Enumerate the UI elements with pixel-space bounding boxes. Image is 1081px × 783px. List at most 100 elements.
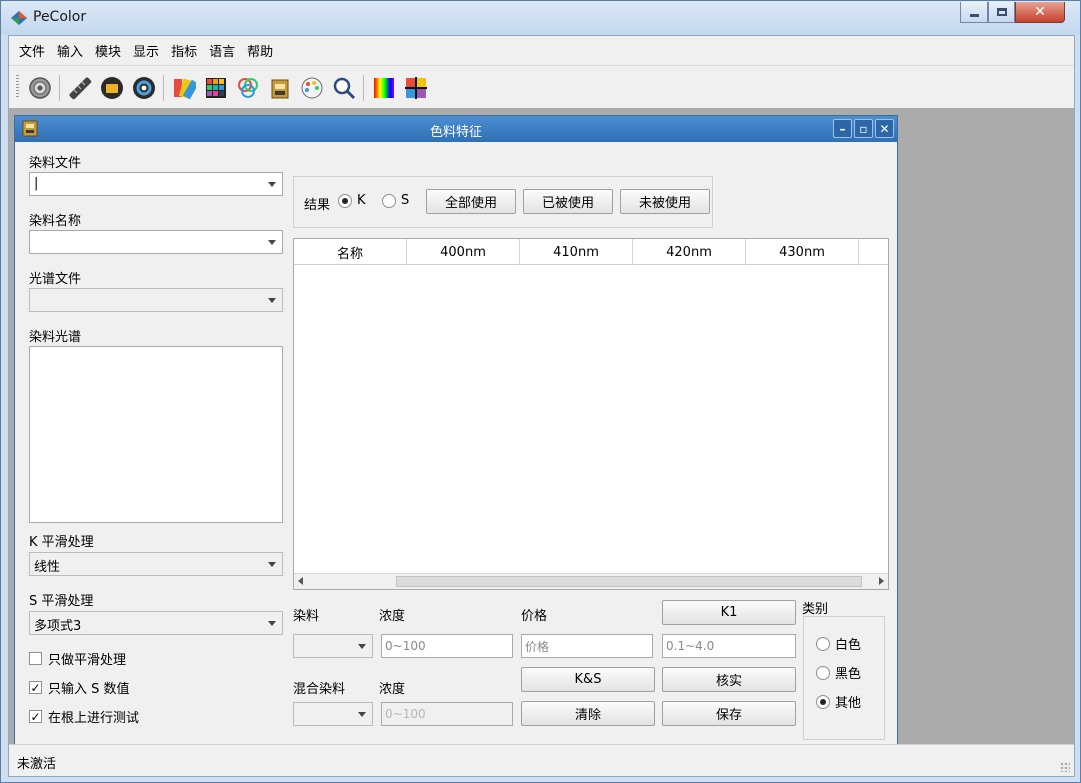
child-maximize-button[interactable]: ▫ <box>854 119 873 138</box>
s-smooth-value: 多项式3 <box>34 619 82 634</box>
menu-metrics[interactable]: 指标 <box>171 41 197 60</box>
mix-dye-label: 混合染料 <box>293 682 346 697</box>
maximize-button[interactable] <box>988 2 1015 23</box>
dropdown-button[interactable] <box>262 231 282 253</box>
spectrum-table[interactable]: 名称 400nm 410nm 420nm 430nm <box>293 238 889 590</box>
folder-button[interactable] <box>99 75 125 101</box>
clear-button[interactable]: 清除 <box>521 701 655 726</box>
color-ring-button[interactable] <box>131 75 157 101</box>
radio-dot[interactable] <box>338 193 352 208</box>
rgb-circles-button[interactable] <box>235 75 261 101</box>
spectrum-file-combo[interactable] <box>29 288 283 312</box>
spectrum-button[interactable] <box>371 75 397 101</box>
toolbar-separator <box>59 75 60 101</box>
radio-white[interactable]: 白色 <box>816 634 861 653</box>
checkbox-box[interactable]: ✓ <box>29 681 42 694</box>
scroll-thumb[interactable] <box>396 576 862 587</box>
column-header[interactable]: 410nm <box>520 239 633 265</box>
color-wheel-button[interactable] <box>299 75 325 101</box>
concentration2-input[interactable]: 0~100 <box>381 702 513 726</box>
ks-button[interactable]: K&S <box>521 667 655 692</box>
ruler-button[interactable] <box>67 75 93 101</box>
dye-file-value: | <box>34 176 39 191</box>
use-all-button[interactable]: 全部使用 <box>426 189 516 214</box>
dropdown-button[interactable] <box>352 703 372 725</box>
title-bar[interactable]: PeColor ✕ <box>1 1 1080 35</box>
close-icon: ✕ <box>1034 4 1046 20</box>
concentration-input[interactable]: 0~100 <box>381 634 513 658</box>
dropdown-button[interactable] <box>262 173 282 195</box>
unused-button[interactable]: 未被使用 <box>620 189 710 214</box>
horizontal-scrollbar[interactable] <box>294 573 888 589</box>
minimize-button[interactable] <box>960 2 988 23</box>
close-button[interactable]: ✕ <box>1015 2 1065 23</box>
only-smooth-checkbox[interactable]: 只做平滑处理 <box>29 649 126 668</box>
radio-dot[interactable] <box>382 193 396 208</box>
column-header[interactable]: 420nm <box>633 239 746 265</box>
k-smooth-combo[interactable]: 线性 <box>29 552 283 576</box>
checkbox-box[interactable] <box>29 652 42 665</box>
radio-black[interactable]: 黑色 <box>816 663 861 682</box>
radio-dot[interactable] <box>816 694 830 709</box>
chevron-down-icon <box>268 181 276 187</box>
radio-dot[interactable] <box>816 636 830 651</box>
menu-module[interactable]: 模块 <box>95 41 121 60</box>
checkbox-box[interactable]: ✓ <box>29 710 42 723</box>
root-test-checkbox[interactable]: ✓ 在根上进行测试 <box>29 707 139 726</box>
color-wheel-icon <box>301 77 323 99</box>
radio-k[interactable]: K <box>338 193 366 208</box>
s-smooth-combo[interactable]: 多项式3 <box>29 611 283 635</box>
menu-language[interactable]: 语言 <box>209 41 235 60</box>
app-logo-icon <box>11 11 27 25</box>
radio-black-label: 黑色 <box>835 667 862 682</box>
settings-button[interactable] <box>27 75 53 101</box>
radio-other[interactable]: 其他 <box>816 692 861 711</box>
dye-file-combo[interactable]: | <box>29 172 283 196</box>
scroll-left-icon[interactable] <box>298 577 303 585</box>
child-title-bar[interactable]: 色料特征 – ▫ ✕ <box>15 116 897 142</box>
dropdown-button[interactable] <box>352 635 372 657</box>
k-smooth-label: K 平滑处理 <box>29 535 94 550</box>
dropdown-button[interactable] <box>262 289 282 311</box>
cross-color-button[interactable] <box>403 75 429 101</box>
radio-k-label: K <box>357 193 366 208</box>
radio-s-label: S <box>401 193 410 208</box>
k1-input[interactable]: 0.1~4.0 <box>662 634 796 658</box>
dropdown-button[interactable] <box>262 553 282 575</box>
palette-fan-button[interactable] <box>171 75 197 101</box>
verify-button[interactable]: 核实 <box>662 667 796 692</box>
child-minimize-button[interactable]: – <box>833 119 852 138</box>
price-input[interactable]: 价格 <box>521 634 653 658</box>
radio-dot[interactable] <box>816 665 830 680</box>
dye-name-combo[interactable] <box>29 230 283 254</box>
column-header[interactable]: 430nm <box>746 239 859 265</box>
magnifier-button[interactable] <box>331 75 357 101</box>
save-button[interactable]: 保存 <box>662 701 796 726</box>
mix-dye-combo[interactable] <box>293 702 373 726</box>
menu-input[interactable]: 输入 <box>57 41 83 60</box>
category-group: 白色 黑色 其他 <box>803 616 885 740</box>
minimize-icon <box>969 13 979 17</box>
chevron-down-icon <box>358 711 366 717</box>
chevron-down-icon <box>268 297 276 303</box>
dye-spectrum-list[interactable] <box>29 346 283 523</box>
child-close-button[interactable]: ✕ <box>875 119 894 138</box>
k1-button[interactable]: K1 <box>662 600 796 625</box>
toolbar-grip[interactable] <box>16 75 19 99</box>
resize-grip[interactable] <box>1060 762 1070 772</box>
color-grid-button[interactable] <box>203 75 229 101</box>
column-header[interactable]: 400nm <box>407 239 520 265</box>
dye-combo[interactable] <box>293 634 373 658</box>
scroll-right-icon[interactable] <box>879 577 884 585</box>
dye-label: 染料 <box>293 609 320 624</box>
settings-icon <box>29 77 51 99</box>
only-s-checkbox[interactable]: ✓ 只输入 S 数值 <box>29 678 130 697</box>
radio-s[interactable]: S <box>382 193 409 208</box>
used-button[interactable]: 已被使用 <box>523 189 613 214</box>
menu-file[interactable]: 文件 <box>19 41 45 60</box>
dropdown-button[interactable] <box>262 612 282 634</box>
dye-bottle-button[interactable] <box>267 75 293 101</box>
menu-display[interactable]: 显示 <box>133 41 159 60</box>
menu-help[interactable]: 帮助 <box>247 41 273 60</box>
column-header[interactable]: 名称 <box>294 239 407 265</box>
